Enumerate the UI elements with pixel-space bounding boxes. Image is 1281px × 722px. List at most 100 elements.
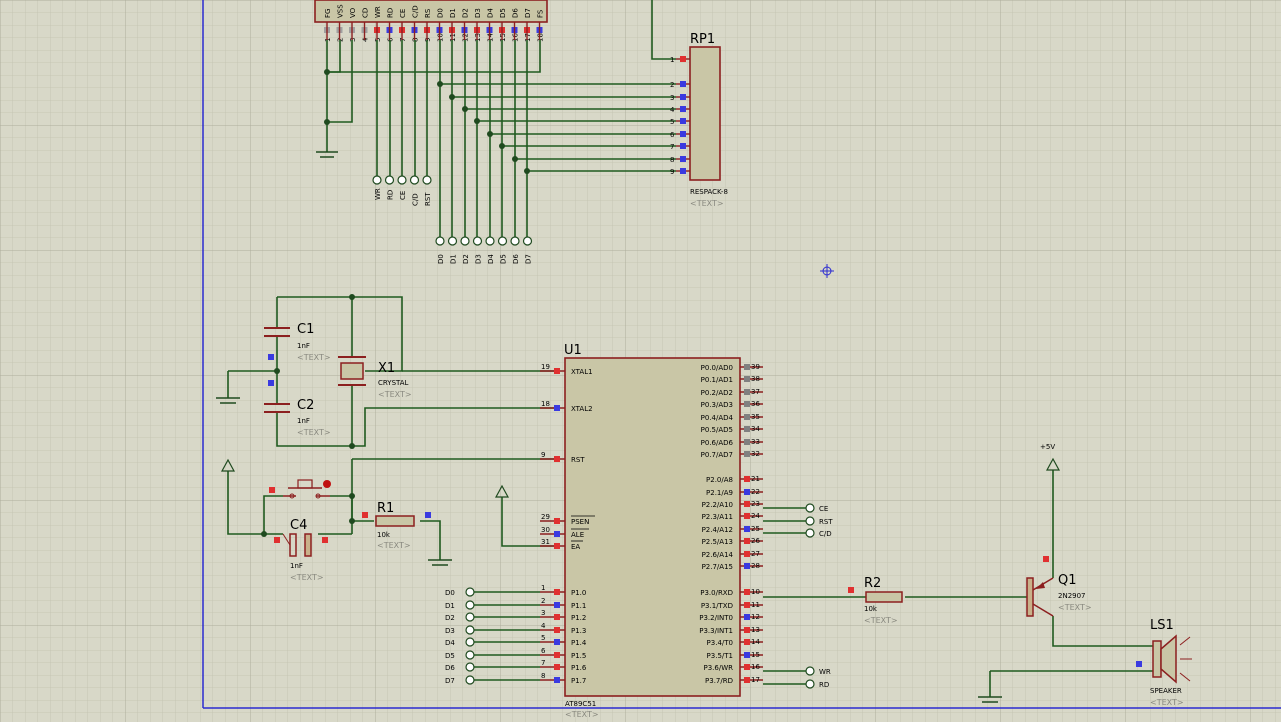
lcd-pin-number: 1 (324, 38, 332, 42)
terminal-circle[interactable] (805, 503, 815, 513)
rp1-pin-marker (680, 143, 686, 149)
u1-pin-number: 26 (751, 537, 760, 545)
u1-pin-number: 10 (751, 588, 760, 596)
terminal-label: D5 (445, 652, 455, 660)
terminal-circle[interactable] (805, 666, 815, 676)
x1-text: <TEXT> (378, 390, 412, 399)
terminal-circle[interactable] (522, 236, 533, 246)
u1-pin-name: XTAL2 (571, 405, 593, 413)
terminal-label: WR (374, 188, 382, 200)
u1-pin-marker (744, 513, 750, 519)
rp1-value: RESPACK-8 (690, 188, 728, 196)
lcd-pin-label: D4 (487, 8, 495, 18)
c4-ref: C4 (290, 518, 307, 533)
q1-value: 2N2907 (1058, 592, 1086, 600)
u1-pin-marker (744, 627, 750, 633)
u1-pin-name: P2.4/A12 (702, 526, 733, 534)
rp1-text: <TEXT> (690, 199, 724, 208)
u1-pin-number: 34 (751, 425, 760, 433)
u1-pin-name: P2.5/A13 (702, 538, 733, 546)
terminal-label: D3 (445, 627, 455, 635)
u1-pin-marker (744, 614, 750, 620)
u1-pin-number: 7 (541, 659, 545, 667)
u1-pin-marker (744, 439, 750, 445)
u1-pin-name: P1.2 (571, 614, 586, 622)
terminal-circle[interactable] (497, 236, 508, 246)
terminal-circle[interactable] (447, 236, 458, 246)
u1-pin-number: 8 (541, 672, 545, 680)
rp1-pin-number: 5 (670, 118, 674, 126)
terminal-label: D3 (475, 254, 483, 264)
u1-pin-name: P1.5 (571, 652, 586, 660)
terminal-label: CE (819, 505, 828, 513)
u1-pin-marker (744, 401, 750, 407)
u1-pin-marker (554, 627, 560, 633)
terminal-label: RD (819, 681, 829, 689)
c1-text: <TEXT> (297, 353, 331, 362)
u1-pin-number: 29 (541, 513, 550, 521)
u1-pin-number: 1 (541, 584, 545, 592)
u1-pin-number: 39 (751, 363, 760, 371)
terminal-circle[interactable] (465, 587, 475, 597)
u1-pin-name: P0.6/AD6 (701, 439, 734, 447)
u1-pin-name: EA (571, 543, 580, 551)
terminal-label: C/D (412, 193, 420, 206)
terminal-circle[interactable] (485, 236, 495, 246)
terminal-circle[interactable] (460, 236, 470, 246)
u1-pin-number: 35 (751, 413, 760, 421)
schematic-canvas[interactable]: FG1VSS2VO3CD4WR5RD6CE7C/D8RS9D010D111D21… (0, 0, 1281, 722)
u1-pin-number: 16 (751, 663, 760, 671)
rp1-pin-marker (680, 118, 686, 124)
terminal-circle[interactable] (465, 612, 475, 622)
c4-text: <TEXT> (290, 573, 324, 582)
lcd-pin-number: 7 (399, 38, 407, 42)
u1-pin-marker (744, 677, 750, 683)
terminal-circle[interactable] (472, 236, 483, 246)
u1-pin-name: P2.6/A14 (702, 551, 734, 559)
rp1-pin-marker (680, 131, 686, 137)
terminal-label: D6 (445, 664, 455, 672)
rp1-pin-number: 9 (670, 168, 674, 176)
terminal-circle[interactable] (805, 516, 815, 526)
u1-pin-marker (554, 456, 560, 462)
rp1-pin-number: 7 (670, 143, 674, 151)
ls1-ref: LS1 (1150, 618, 1174, 633)
u1-pin-number: 33 (751, 438, 760, 446)
terminal-label: D4 (445, 639, 455, 647)
terminal-circle[interactable] (397, 175, 407, 185)
terminal-circle[interactable] (409, 175, 420, 185)
u1-pin-marker (744, 589, 750, 595)
u1-ref: U1 (564, 343, 582, 358)
lcd-pin-label: D1 (449, 8, 457, 18)
c1-value: 1nF (297, 342, 310, 350)
terminal-circle[interactable] (805, 528, 815, 538)
u1-pin-name: P0.1/AD1 (701, 376, 733, 384)
u1-pin-marker (744, 639, 750, 645)
terminal-circle[interactable] (510, 236, 520, 246)
terminal-circle[interactable] (372, 175, 382, 185)
terminal-circle[interactable] (465, 650, 475, 660)
u1-pin-name: P3.0/RXD (700, 589, 733, 597)
terminal-circle[interactable] (465, 625, 475, 635)
terminal-circle[interactable] (465, 675, 475, 685)
terminal-circle[interactable] (435, 236, 445, 246)
lcd-pin-label: CE (399, 9, 407, 18)
u1-pin-marker (744, 664, 750, 670)
terminal-circle[interactable] (422, 175, 432, 185)
r1-ref: R1 (377, 501, 394, 516)
terminal-circle[interactable] (465, 662, 475, 672)
terminal-circle[interactable] (805, 679, 815, 689)
terminal-label: RD (387, 190, 395, 200)
r1-value: 10k (377, 531, 391, 539)
u1-microcontroller[interactable]: U1 19 XTAL1 18 XTAL2 9 RST 29 PSEN 30 ALE 31 EA 1 P1.… (540, 343, 763, 719)
u1-pin-name: P3.5/T1 (707, 652, 733, 660)
u1-pin-name: P0.2/AD2 (701, 389, 733, 397)
terminal-circle[interactable] (465, 600, 475, 610)
c4-value: 1nF (290, 562, 303, 570)
terminal-circle[interactable] (465, 637, 475, 647)
terminal-circle[interactable] (384, 175, 395, 185)
u1-pin-marker (744, 489, 750, 495)
power-label: +5V (1040, 443, 1055, 451)
u1-pin-name: P0.0/AD0 (701, 364, 733, 372)
rp1-pin-number: 1 (670, 56, 674, 64)
